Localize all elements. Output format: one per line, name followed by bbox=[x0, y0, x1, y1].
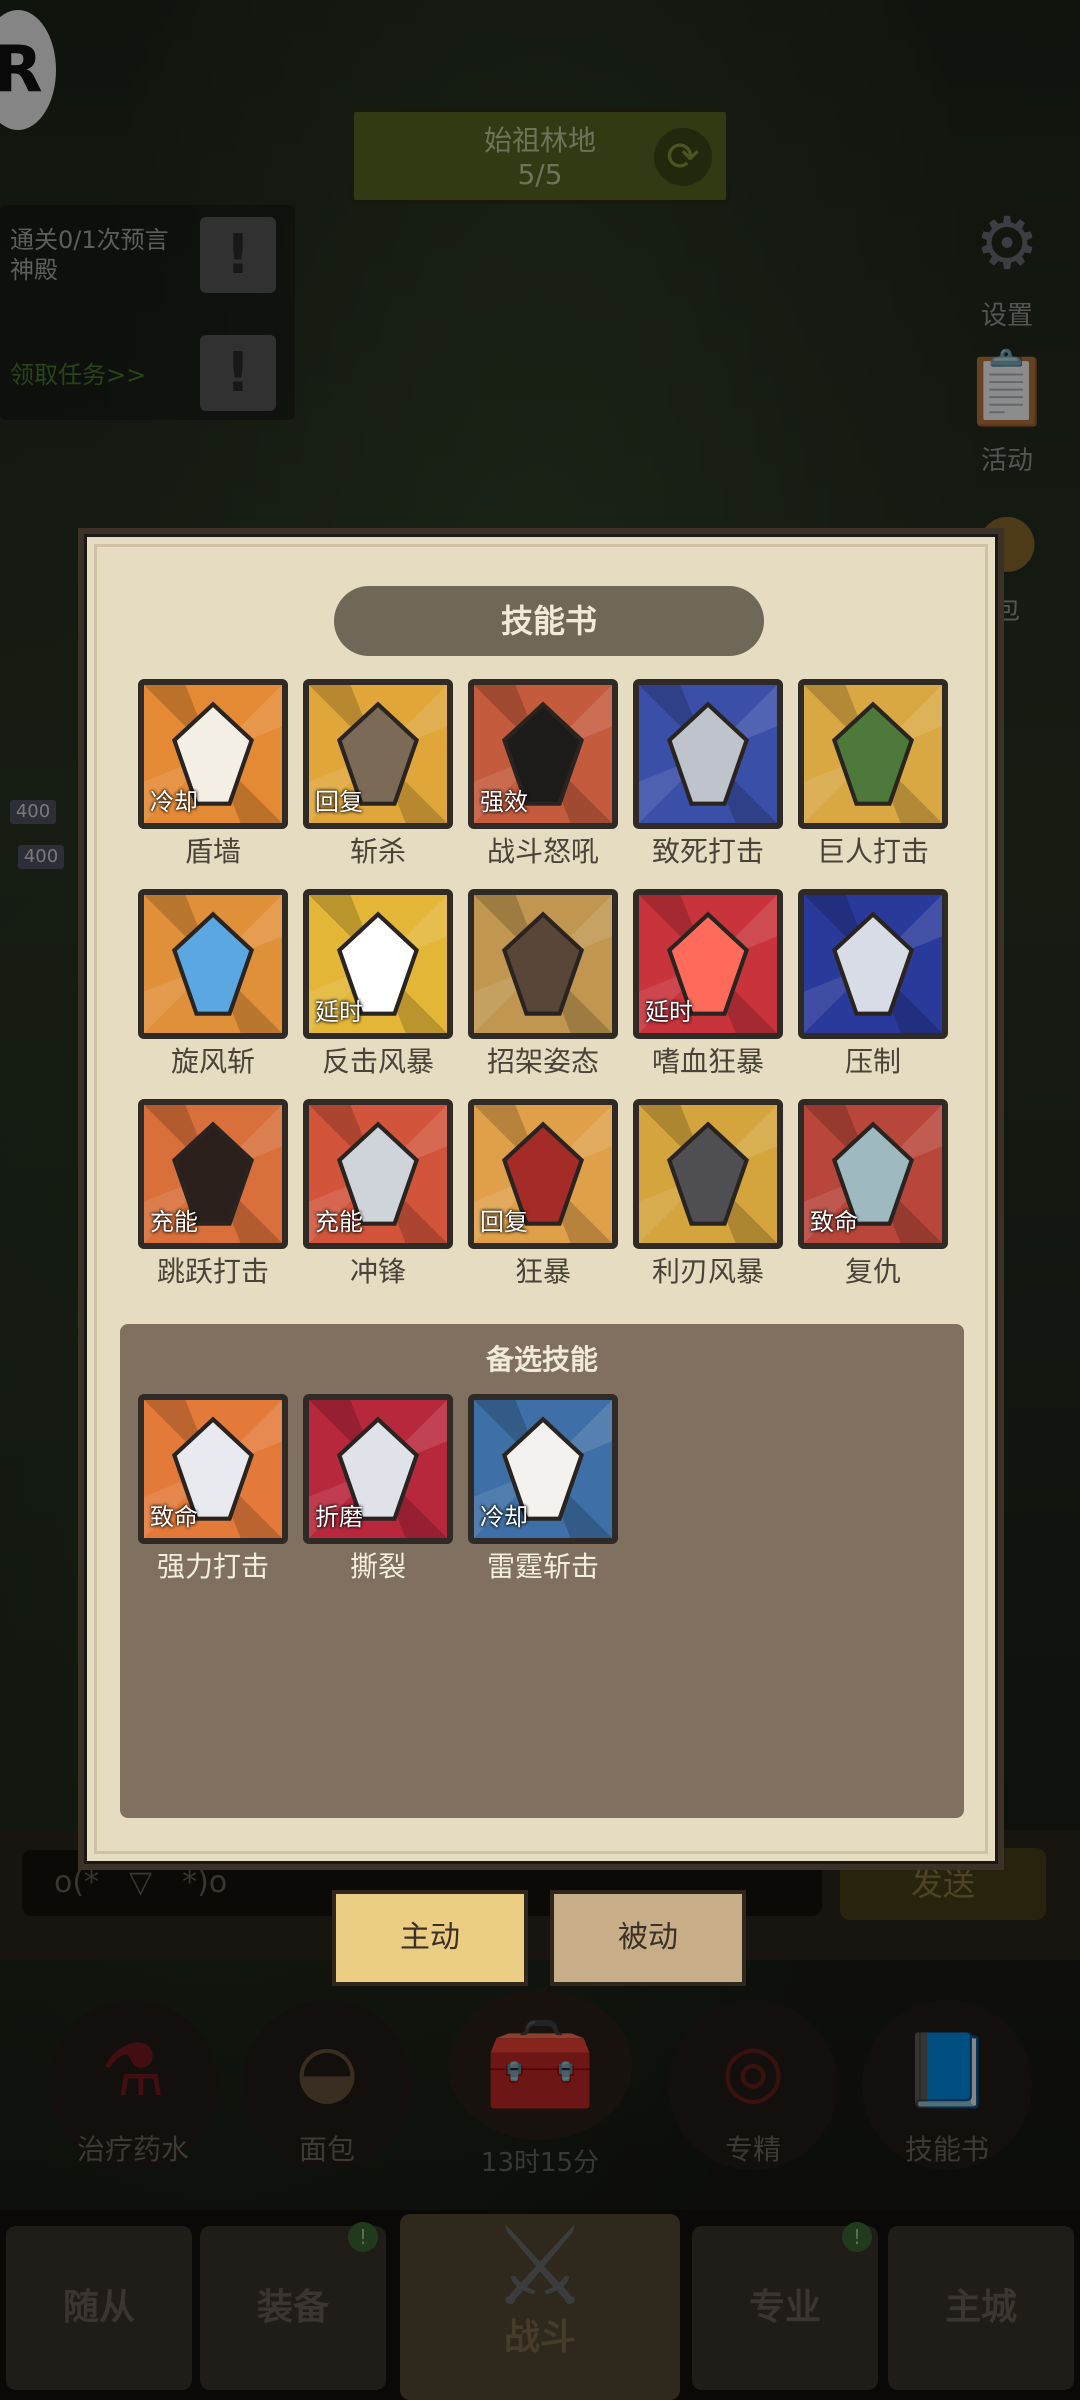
skill-icon[interactable] bbox=[468, 889, 618, 1039]
skill-item[interactable]: 利刃风暴 bbox=[633, 1099, 783, 1289]
skill-icon[interactable] bbox=[798, 679, 948, 829]
backup-skills-panel: 备选技能 致命 强力打击 折磨 撕裂 冷却 雷霆斩击 bbox=[120, 1324, 964, 1818]
skill-icon[interactable] bbox=[633, 1099, 783, 1249]
skill-item[interactable]: 致命强力打击 bbox=[138, 1394, 288, 1584]
skill-book-modal: 技能书 冷却 盾墙 回复 斩杀 强效 战斗怒吼 致死打击 巨人打击 旋风斩 延时 反击风暴 招架姿态延… bbox=[78, 528, 1004, 1870]
skill-tag: 致命 bbox=[150, 1503, 198, 1531]
skill-tag: 延时 bbox=[315, 998, 363, 1026]
skill-tag: 冷却 bbox=[150, 788, 198, 816]
skill-item[interactable]: 致命复仇 bbox=[798, 1099, 948, 1289]
skill-name: 斩杀 bbox=[349, 835, 406, 868]
skill-icon[interactable]: 延时 bbox=[303, 889, 453, 1039]
skill-item[interactable]: 冷却雷霆斩击 bbox=[468, 1394, 618, 1584]
skill-name: 跳跃打击 bbox=[156, 1255, 269, 1288]
skill-name: 反击风暴 bbox=[321, 1045, 434, 1078]
skill-item[interactable]: 招架姿态 bbox=[468, 889, 618, 1079]
skill-item[interactable]: 充能冲锋 bbox=[303, 1099, 453, 1289]
skill-icon[interactable]: 致命 bbox=[798, 1099, 948, 1249]
skill-name: 巨人打击 bbox=[816, 835, 929, 868]
skill-tag: 回复 bbox=[315, 788, 363, 816]
skill-item[interactable]: 强效战斗怒吼 bbox=[468, 679, 618, 869]
skill-name: 撕裂 bbox=[349, 1550, 406, 1583]
skill-tag: 回复 bbox=[480, 1208, 528, 1236]
skill-tag: 致命 bbox=[810, 1208, 858, 1236]
skill-item[interactable]: 巨人打击 bbox=[798, 679, 948, 869]
tab-passive[interactable]: 被动 bbox=[550, 1890, 746, 1986]
skill-item[interactable]: 压制 bbox=[798, 889, 948, 1079]
skill-name: 复仇 bbox=[844, 1255, 901, 1288]
skill-name: 战斗怒吼 bbox=[486, 835, 599, 868]
skill-name: 致死打击 bbox=[651, 835, 764, 868]
skill-item[interactable]: 致死打击 bbox=[633, 679, 783, 869]
skill-icon[interactable]: 充能 bbox=[138, 1099, 288, 1249]
skill-tag: 充能 bbox=[315, 1208, 363, 1236]
skill-name: 旋风斩 bbox=[170, 1045, 255, 1078]
skill-item[interactable]: 冷却盾墙 bbox=[138, 679, 288, 869]
skill-name: 招架姿态 bbox=[486, 1045, 599, 1078]
skill-tag: 折磨 bbox=[315, 1503, 363, 1531]
skill-tag: 强效 bbox=[480, 788, 528, 816]
skill-icon[interactable]: 冷却 bbox=[468, 1394, 618, 1544]
skill-name: 盾墙 bbox=[184, 835, 241, 868]
skill-icon[interactable] bbox=[138, 889, 288, 1039]
skill-item[interactable]: 回复斩杀 bbox=[303, 679, 453, 869]
skill-tag: 延时 bbox=[645, 998, 693, 1026]
backup-title: 备选技能 bbox=[485, 1343, 598, 1376]
tab-active[interactable]: 主动 bbox=[332, 1890, 528, 1986]
skill-icon[interactable] bbox=[798, 889, 948, 1039]
skill-icon[interactable]: 回复 bbox=[468, 1099, 618, 1249]
skill-name: 利刃风暴 bbox=[651, 1255, 764, 1288]
skill-item[interactable]: 折磨撕裂 bbox=[303, 1394, 453, 1584]
skill-icon[interactable]: 折磨 bbox=[303, 1394, 453, 1544]
modal-title: 技能书 bbox=[334, 586, 764, 656]
skill-item[interactable]: 充能跳跃打击 bbox=[138, 1099, 288, 1289]
skill-item[interactable]: 回复狂暴 bbox=[468, 1099, 618, 1289]
skill-name: 压制 bbox=[844, 1045, 901, 1078]
skill-icon[interactable] bbox=[633, 679, 783, 829]
skill-name: 嗜血狂暴 bbox=[651, 1045, 764, 1078]
skill-item[interactable]: 延时嗜血狂暴 bbox=[633, 889, 783, 1079]
skill-name: 强力打击 bbox=[156, 1550, 269, 1583]
skill-icon[interactable]: 充能 bbox=[303, 1099, 453, 1249]
skill-name: 狂暴 bbox=[514, 1255, 571, 1288]
skill-icon[interactable]: 延时 bbox=[633, 889, 783, 1039]
skill-icon[interactable]: 致命 bbox=[138, 1394, 288, 1544]
skill-tag: 充能 bbox=[150, 1208, 198, 1236]
skill-item[interactable]: 旋风斩 bbox=[138, 889, 288, 1079]
skill-name: 雷霆斩击 bbox=[486, 1550, 599, 1583]
skill-icon[interactable]: 冷却 bbox=[138, 679, 288, 829]
skill-icon[interactable]: 回复 bbox=[303, 679, 453, 829]
skill-item[interactable]: 延时反击风暴 bbox=[303, 889, 453, 1079]
skill-tag: 冷却 bbox=[480, 1503, 528, 1531]
skill-icon[interactable]: 强效 bbox=[468, 679, 618, 829]
skill-name: 冲锋 bbox=[349, 1255, 406, 1288]
